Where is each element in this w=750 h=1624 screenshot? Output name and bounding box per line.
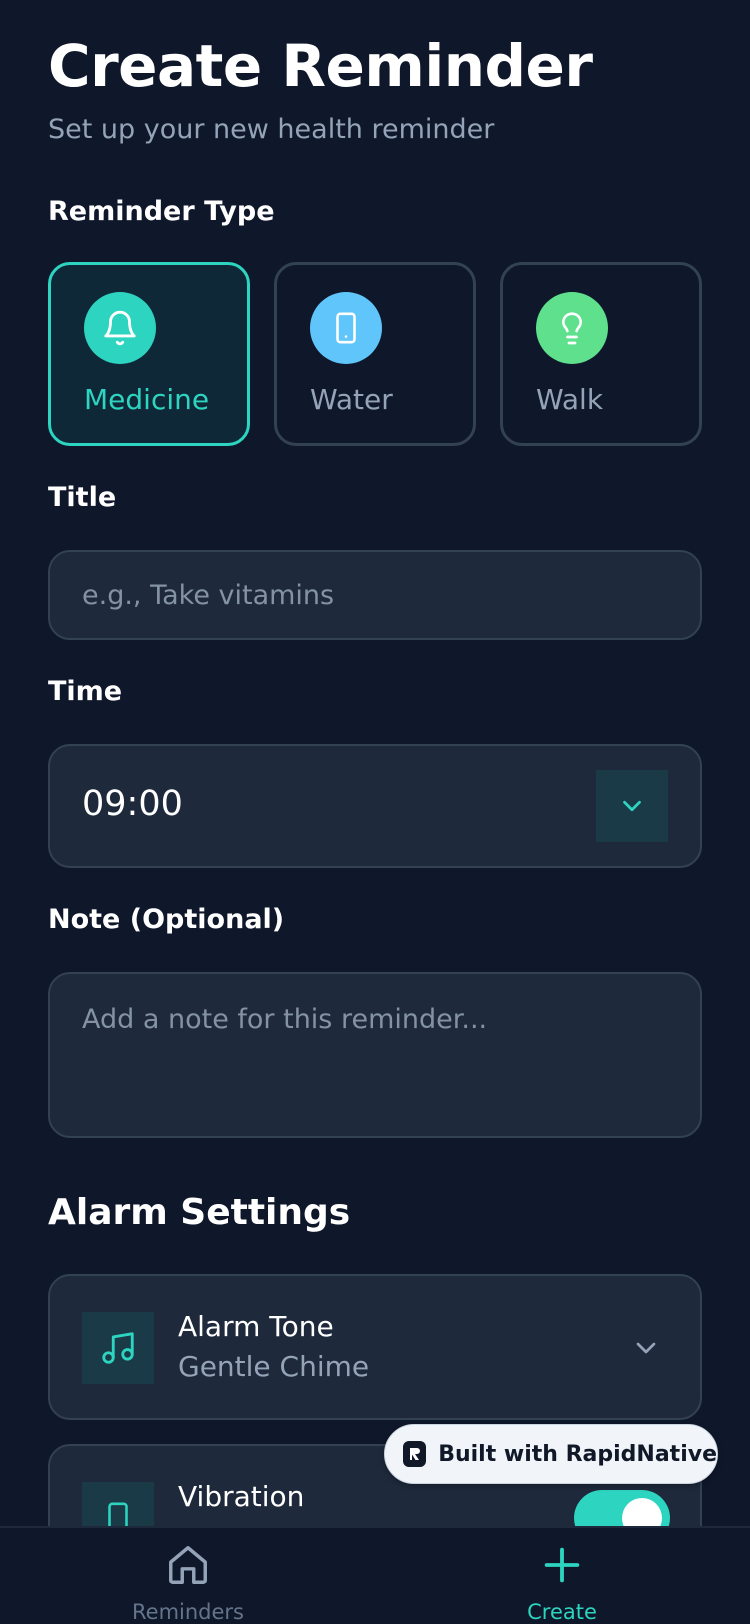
- plus-icon: [544, 1547, 580, 1583]
- title-input-placeholder: e.g., Take vitamins: [82, 580, 335, 611]
- chevron-down-icon: [623, 800, 641, 812]
- page-title: Create Reminder: [48, 32, 593, 100]
- built-with-badge[interactable]: Built with RapidNative: [384, 1424, 718, 1484]
- reminder-type-water[interactable]: Water: [274, 262, 476, 446]
- time-label: Time: [48, 676, 123, 707]
- nav-item-reminders[interactable]: Reminders: [88, 1528, 288, 1624]
- page-subtitle: Set up your new health reminder: [48, 114, 495, 145]
- title-input[interactable]: e.g., Take vitamins: [48, 550, 702, 640]
- nav-label-reminders: Reminders: [132, 1600, 244, 1624]
- time-picker[interactable]: 09:00: [48, 744, 702, 868]
- reminder-type-label: Reminder Type: [48, 196, 275, 227]
- alarm-settings-title: Alarm Settings: [48, 1192, 351, 1233]
- time-dropdown-button[interactable]: [596, 770, 668, 842]
- phone-icon: [310, 292, 382, 364]
- badge-text: Built with RapidNative: [438, 1441, 717, 1467]
- reminder-type-medicine[interactable]: Medicine: [48, 262, 250, 446]
- title-label: Title: [48, 482, 117, 513]
- alarm-tone-title: Alarm Tone: [178, 1310, 334, 1343]
- note-textarea[interactable]: Add a note for this reminder...: [48, 972, 702, 1138]
- note-label: Note (Optional): [48, 904, 285, 935]
- note-textarea-placeholder: Add a note for this reminder...: [82, 1004, 488, 1035]
- create-reminder-screen: Create Reminder Set up your new health r…: [0, 0, 750, 1624]
- reminder-type-options: Medicine Water Walk: [48, 262, 702, 446]
- bottom-nav: Reminders Create: [0, 1526, 750, 1624]
- home-icon: [169, 1546, 207, 1584]
- reminder-type-label-water: Water: [310, 383, 393, 416]
- rapidnative-logo-icon: [403, 1441, 427, 1467]
- reminder-type-label-medicine: Medicine: [84, 383, 210, 416]
- alarm-tone-setting[interactable]: Alarm Tone Gentle Chime: [48, 1274, 702, 1420]
- reminder-type-label-walk: Walk: [536, 383, 604, 416]
- bell-icon: [84, 292, 156, 364]
- alarm-tone-value: Gentle Chime: [178, 1350, 370, 1383]
- vibration-title: Vibration: [178, 1480, 305, 1513]
- music-note-icon: [82, 1312, 154, 1384]
- time-value: 09:00: [82, 784, 183, 824]
- chevron-down-icon: [636, 1342, 656, 1354]
- nav-label-create: Create: [527, 1600, 597, 1624]
- reminder-type-walk[interactable]: Walk: [500, 262, 702, 446]
- lightbulb-icon: [536, 292, 608, 364]
- nav-item-create[interactable]: Create: [462, 1528, 662, 1624]
